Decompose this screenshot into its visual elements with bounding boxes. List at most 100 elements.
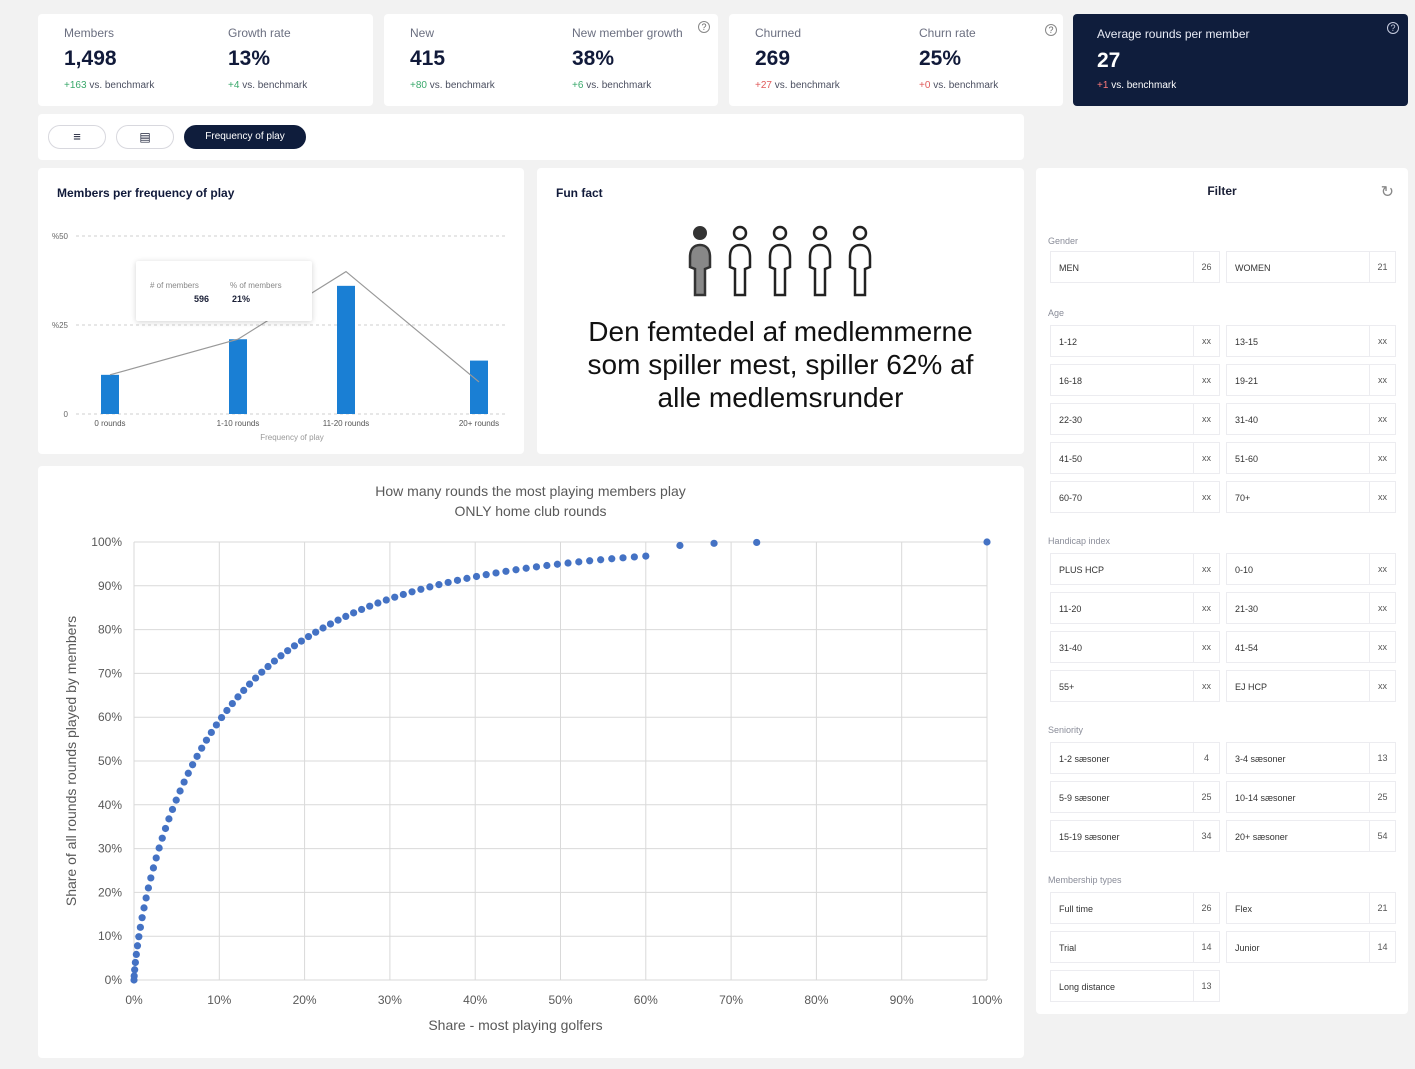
filter-option[interactable]: 21-30 xx xyxy=(1226,592,1396,624)
filter-option-count: xx xyxy=(1193,554,1219,584)
data-point xyxy=(319,624,327,632)
data-point xyxy=(312,628,320,636)
filter-title: Filter xyxy=(1207,184,1237,198)
help-icon[interactable]: ? xyxy=(1387,22,1399,34)
x-tick-label: 80% xyxy=(804,993,828,1007)
data-point xyxy=(575,558,583,566)
tab-frequency-of-play[interactable]: Frequency of play xyxy=(184,125,306,149)
data-point xyxy=(374,599,382,607)
data-point xyxy=(619,554,627,562)
data-point xyxy=(564,559,572,567)
filter-option[interactable]: 20+ sæsoner 54 xyxy=(1226,820,1396,852)
kpi-benchmark: +0 vs. benchmark xyxy=(919,80,999,91)
filter-option[interactable]: 19-21 xx xyxy=(1226,364,1396,396)
filter-option[interactable]: 13-15 xx xyxy=(1226,325,1396,357)
x-tick-label: 60% xyxy=(634,993,658,1007)
fun-fact-line: alle medlemsrunder xyxy=(657,382,904,413)
help-icon[interactable]: ? xyxy=(698,21,710,33)
filter-option[interactable]: 11-20 xx xyxy=(1050,592,1220,624)
filter-option[interactable]: Flex 21 xyxy=(1226,892,1396,924)
filter-option[interactable]: 51-60 xx xyxy=(1226,442,1396,474)
filter-option[interactable]: Junior 14 xyxy=(1226,931,1396,963)
data-point xyxy=(207,728,215,737)
y-tick-label: %25 xyxy=(52,321,69,330)
filter-option-count: 25 xyxy=(1193,782,1219,812)
filter-option[interactable]: 15-19 sæsoner 34 xyxy=(1050,820,1220,852)
filter-option[interactable]: 55+ xx xyxy=(1050,670,1220,702)
x-tick-label: 20+ rounds xyxy=(459,419,499,428)
kpi-new[interactable]: New 415 +80 vs. benchmark xyxy=(410,14,560,106)
data-point xyxy=(586,557,594,565)
filter-option[interactable]: 16-18 xx xyxy=(1050,364,1220,396)
kpi-churn-rate[interactable]: Churn rate 25% +0 vs. benchmark xyxy=(919,14,1039,106)
filter-option-label: Junior xyxy=(1235,943,1260,953)
filter-option[interactable]: 3-4 sæsoner 13 xyxy=(1226,742,1396,774)
filter-option-label: Flex xyxy=(1235,904,1253,914)
filter-option-label: 10-14 sæsoner xyxy=(1235,793,1296,803)
filter-option-label: Trial xyxy=(1059,943,1077,953)
filter-option-label: Full time xyxy=(1059,904,1094,914)
filter-option[interactable]: 31-40 xx xyxy=(1050,631,1220,663)
filter-option[interactable]: 0-10 xx xyxy=(1226,553,1396,585)
x-tick-label: 20% xyxy=(293,993,317,1007)
filter-option[interactable]: 41-50 xx xyxy=(1050,442,1220,474)
data-point xyxy=(136,923,144,931)
data-point xyxy=(630,553,638,561)
kpi-benchmark: +27 vs. benchmark xyxy=(755,80,840,91)
data-point xyxy=(158,834,166,842)
y-tick-label: %50 xyxy=(52,232,69,241)
filter-option[interactable]: 41-54 xx xyxy=(1226,631,1396,663)
filter-option[interactable]: 10-14 sæsoner 25 xyxy=(1226,781,1396,813)
filter-option-label: 19-21 xyxy=(1235,376,1259,386)
data-point xyxy=(417,585,425,593)
kpi-members[interactable]: Members 1,498 +163 vs. benchmark xyxy=(64,14,224,106)
filter-option-count: xx xyxy=(1193,404,1219,434)
filter-option[interactable]: MEN 26 xyxy=(1050,251,1220,283)
filter-option[interactable]: WOMEN 21 xyxy=(1226,251,1396,283)
x-tick-label: 0 rounds xyxy=(94,419,125,428)
data-point xyxy=(290,642,299,650)
filter-option[interactable]: 70+ xx xyxy=(1226,481,1396,513)
filter-option-label: MEN xyxy=(1059,263,1079,273)
data-point xyxy=(189,761,197,769)
filter-option-label: WOMEN xyxy=(1235,263,1271,273)
filter-option[interactable]: 5-9 sæsoner 25 xyxy=(1050,781,1220,813)
filter-option-count: xx xyxy=(1369,671,1395,701)
filter-option-label: 11-20 xyxy=(1059,604,1082,614)
data-point xyxy=(492,569,500,577)
filter-option[interactable]: Full time 26 xyxy=(1050,892,1220,924)
bar xyxy=(229,339,247,414)
kpi-avg-rounds[interactable]: Average rounds per member 27 +1 vs. benc… xyxy=(1073,14,1408,106)
chart-title: How many rounds the most playing members… xyxy=(375,483,685,499)
filter-option[interactable]: 60-70 xx xyxy=(1050,481,1220,513)
data-point xyxy=(444,578,452,587)
data-point xyxy=(264,662,272,671)
x-tick-label: 10% xyxy=(207,993,231,1007)
kpi-value: 25% xyxy=(919,47,962,70)
filter-option[interactable]: 31-40 xx xyxy=(1226,403,1396,435)
data-point xyxy=(357,605,366,614)
filter-option-count: 34 xyxy=(1193,821,1219,851)
data-point xyxy=(472,572,481,581)
filter-option[interactable]: PLUS HCP xx xyxy=(1050,553,1220,585)
filter-option[interactable]: Trial 14 xyxy=(1050,931,1220,963)
y-tick-label: 0% xyxy=(105,973,123,987)
filter-option-label: 1-2 sæsoner xyxy=(1059,754,1110,764)
filter-option[interactable]: 22-30 xx xyxy=(1050,403,1220,435)
tooltip-col1-value: 596 xyxy=(194,294,210,304)
help-icon[interactable]: ? xyxy=(1045,24,1057,36)
filter-option[interactable]: Long distance 13 xyxy=(1050,970,1220,1002)
filter-option[interactable]: 1-2 sæsoner 4 xyxy=(1050,742,1220,774)
kpi-churned[interactable]: Churned 269 +27 vs. benchmark xyxy=(755,14,905,106)
data-point xyxy=(391,593,399,601)
list-view-button[interactable]: ≡ xyxy=(48,125,106,149)
kpi-new-member-growth[interactable]: New member growth 38% +6 vs. benchmark xyxy=(572,14,717,106)
comment-view-button[interactable]: ▤ xyxy=(116,125,174,149)
y-tick-label: 80% xyxy=(98,623,122,637)
kpi-benchmark: +80 vs. benchmark xyxy=(410,80,495,91)
filter-option-label: 13-15 xyxy=(1235,337,1259,347)
reset-icon[interactable]: ↻ xyxy=(1381,182,1394,202)
filter-option[interactable]: 1-12 xx xyxy=(1050,325,1220,357)
kpi-growth-rate[interactable]: Growth rate 13% +4 vs. benchmark xyxy=(228,14,368,106)
filter-option[interactable]: EJ HCP xx xyxy=(1226,670,1396,702)
